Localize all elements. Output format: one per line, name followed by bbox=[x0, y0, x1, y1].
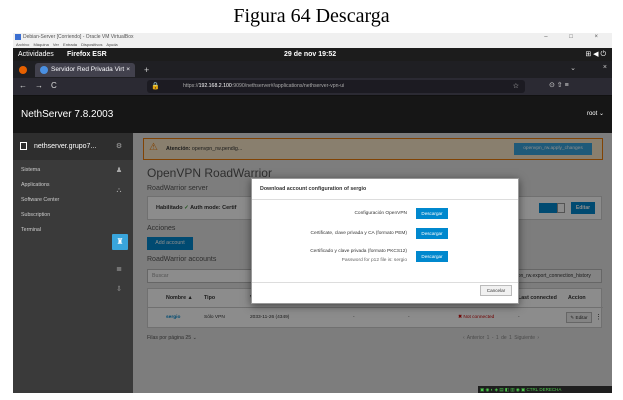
virtualbox-titlebar: Debian-Server [Corriendo] - Oracle VM Vi… bbox=[13, 33, 612, 42]
pkcs12-password: Password for p12 file is: sergio bbox=[341, 258, 407, 263]
bookmark-star-icon[interactable]: ☆ bbox=[513, 80, 519, 93]
url-prefix: https:// bbox=[183, 83, 199, 89]
tray-icons: ▣ ◉ ◐ ◈ ▤ ◧ ▥ ◉ ▣ bbox=[480, 387, 527, 392]
reload-button[interactable]: C bbox=[51, 81, 57, 90]
cancel-button[interactable]: Cancelar bbox=[480, 285, 512, 296]
back-button[interactable]: ← bbox=[19, 81, 27, 90]
activities-button[interactable]: Actividades bbox=[18, 48, 54, 61]
host-key-label: CTRL DERECHA bbox=[526, 387, 562, 392]
browser-navbar: ← → C 🔒 https://192.168.2.100:9090/neths… bbox=[13, 78, 612, 96]
pkcs12-label: Certificado y clave privada (formato PKC… bbox=[310, 249, 407, 254]
openvpn-config-label: Configuración OpenVPN bbox=[354, 211, 407, 216]
browser-tabbar: Servidor Red Privada Virt × + ⌄ × bbox=[13, 61, 612, 78]
host-name: nethserver.grupo7... bbox=[34, 143, 97, 150]
sidebar: nethserver.grupo7... Sistema Application… bbox=[13, 133, 133, 393]
app-menu[interactable]: Firefox ESR bbox=[67, 48, 107, 61]
pem-label: Certificate, clave privada y CA (formato… bbox=[310, 231, 407, 236]
url-host: 192.168.2.100 bbox=[198, 83, 232, 89]
download-openvpn-button[interactable]: Descargar bbox=[416, 208, 448, 219]
browser-tab[interactable]: Servidor Red Privada Virt × bbox=[35, 63, 135, 77]
rail-gear-icon[interactable]: ⚙ bbox=[114, 142, 124, 152]
download-pkcs12-button[interactable]: Descargar bbox=[416, 251, 448, 262]
rail-list-icon[interactable]: ≣ bbox=[114, 265, 124, 275]
system-tray[interactable]: ⊞ ◀ ⏻ bbox=[585, 48, 606, 61]
virtualbox-title: Debian-Server [Corriendo] - Oracle VM Vi… bbox=[23, 34, 134, 40]
modal-footer-divider bbox=[252, 282, 518, 283]
modal-title: Download account configuration of sergio bbox=[252, 179, 518, 200]
url-path: :9090/nethserver#/applications/nethserve… bbox=[231, 83, 345, 89]
rail-download-icon[interactable]: ⇩ bbox=[114, 285, 124, 295]
sidebar-item-subscription[interactable]: Subscription bbox=[13, 208, 133, 222]
lock-icon[interactable]: 🔒 bbox=[151, 80, 160, 93]
window-controls[interactable]: – □ × bbox=[544, 33, 608, 42]
new-tab-button[interactable]: + bbox=[144, 63, 149, 77]
brand-title: NethServer 7.8.2003 bbox=[21, 109, 114, 120]
rail-active-icon[interactable]: ♜ bbox=[112, 234, 128, 250]
host-tray: ▣ ◉ ◐ ◈ ▤ ◧ ▥ ◉ ▣ CTRL DERECHA bbox=[478, 386, 612, 393]
forward-button[interactable]: → bbox=[35, 81, 43, 90]
firefox-icon bbox=[19, 66, 27, 74]
window-close-icon[interactable]: × bbox=[603, 64, 607, 71]
download-config-modal: Download account configuration of sergio… bbox=[251, 178, 519, 304]
download-pem-button[interactable]: Descargar bbox=[416, 228, 448, 239]
tab-close-icon[interactable]: × bbox=[126, 63, 130, 77]
user-menu[interactable]: root ⌄ bbox=[587, 96, 604, 133]
gnome-topbar: Actividades Firefox ESR 29 de nov 19:52 … bbox=[13, 48, 612, 61]
clock[interactable]: 29 de nov 19:52 bbox=[284, 48, 336, 61]
host-icon bbox=[20, 142, 27, 150]
vm-screenshot: Debian-Server [Corriendo] - Oracle VM Vi… bbox=[13, 33, 612, 393]
url-bar[interactable]: 🔒 https://192.168.2.100:9090/nethserver#… bbox=[147, 80, 525, 93]
nethserver-header: NethServer 7.8.2003 root ⌄ bbox=[13, 96, 612, 133]
tab-title: Servidor Red Privada Virt bbox=[51, 66, 125, 73]
tabs-menu-icon[interactable]: ⌄ bbox=[570, 64, 576, 72]
rail-user-icon[interactable]: ♟ bbox=[114, 166, 124, 176]
figure-caption: Figura 64 Descarga bbox=[233, 5, 390, 27]
virtualbox-icon bbox=[15, 34, 21, 40]
rail-network-icon[interactable]: ⛬ bbox=[114, 186, 124, 196]
site-favicon-icon bbox=[40, 66, 48, 74]
toolbar-icons[interactable]: ⊙ ⇧ ≡ bbox=[549, 81, 569, 89]
